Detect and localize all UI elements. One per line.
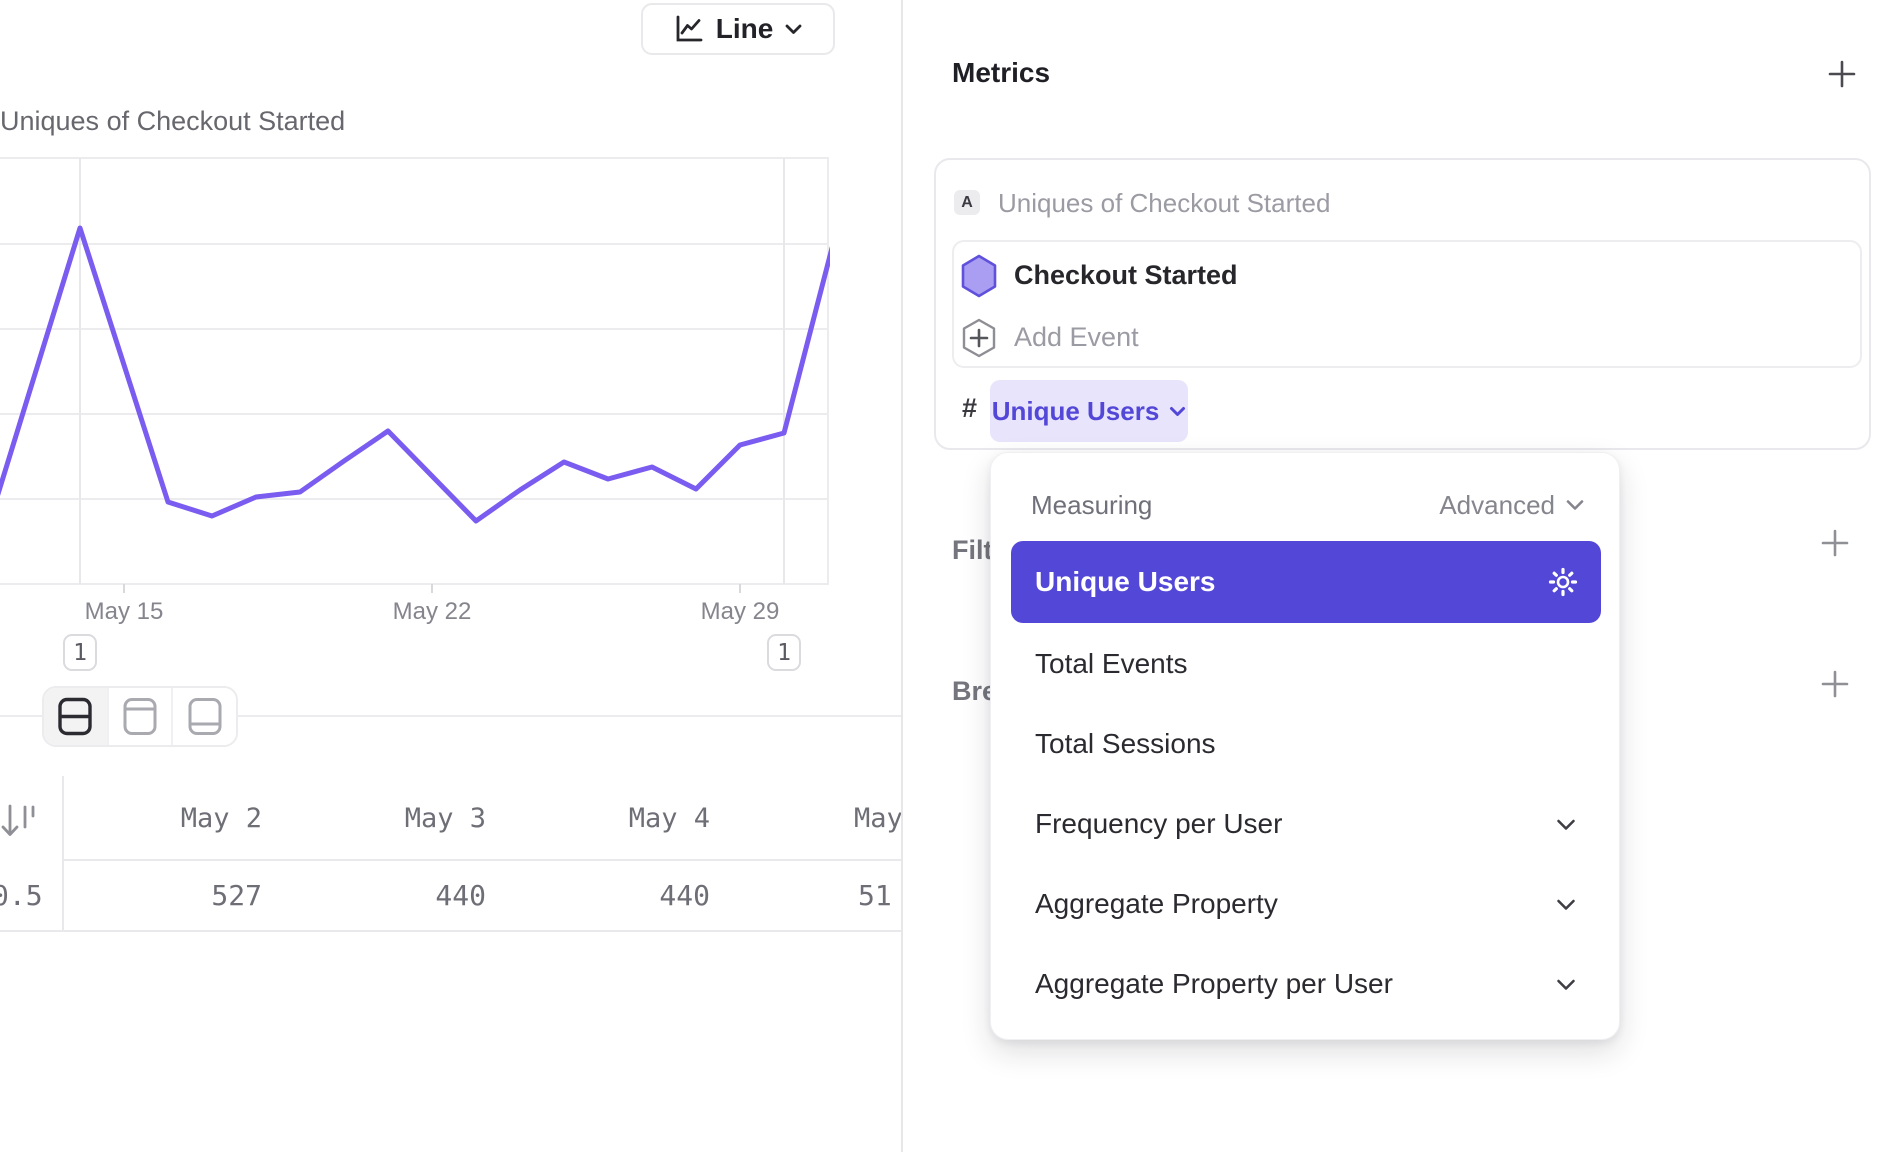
measuring-dropdown: Measuring Advanced Unique Users Total Ev…: [990, 452, 1620, 1040]
dropdown-option-selected[interactable]: Unique Users: [1011, 541, 1601, 623]
sort-descending-icon[interactable]: [0, 799, 42, 848]
measuring-label: Measuring: [1031, 489, 1152, 521]
mode-label: Advanced: [1439, 490, 1555, 521]
add-metric-button[interactable]: [1826, 58, 1858, 95]
annotation-badge[interactable]: 1: [63, 634, 97, 671]
dropdown-option[interactable]: Total Sessions: [1011, 704, 1601, 784]
table-value-cell: 51: [858, 861, 892, 931]
split-panes-icon: [57, 696, 93, 737]
dropdown-option[interactable]: Aggregate Property per User: [1011, 944, 1601, 1024]
top-pane-icon: [122, 696, 158, 737]
x-axis-label: May 22: [362, 598, 502, 626]
filters-section-title: Filt: [952, 535, 993, 566]
bottom-pane-icon: [187, 696, 223, 737]
metric-letter-badge: A: [954, 190, 980, 215]
measure-type-symbol: #: [962, 388, 977, 428]
selected-option-label: Unique Users: [1035, 566, 1216, 598]
measurement-chip-label: Unique Users: [992, 396, 1160, 427]
metric-card: A Uniques of Checkout Started Checkout S…: [934, 158, 1871, 450]
x-axis-label: May 29: [670, 598, 810, 626]
add-filter-button[interactable]: [1820, 528, 1850, 563]
table-value-cell: 527: [62, 861, 286, 931]
table-header-cell[interactable]: May 3: [286, 778, 510, 860]
table-header-cell[interactable]: May 2: [62, 778, 286, 860]
add-event-icon: [961, 318, 997, 363]
table-header-cell[interactable]: May: [854, 778, 901, 860]
line-chart-svg[interactable]: [0, 0, 830, 600]
add-breakdown-button[interactable]: [1820, 669, 1850, 704]
event-hexagon-icon: [960, 254, 998, 303]
event-box: Checkout Started Add Event: [952, 240, 1862, 368]
chevron-down-icon: [1555, 897, 1577, 912]
layout-table-only-button[interactable]: [171, 688, 236, 745]
layout-split-button[interactable]: [44, 688, 107, 745]
table-value-cell: 440: [510, 861, 734, 931]
gear-icon[interactable]: [1547, 566, 1579, 598]
panel-divider: [901, 0, 903, 1152]
x-axis-label: May 15: [54, 598, 194, 626]
dropdown-option[interactable]: Frequency per User: [1011, 784, 1601, 864]
mode-selector[interactable]: Advanced: [1439, 489, 1585, 521]
dropdown-option[interactable]: Aggregate Property: [1011, 864, 1601, 944]
dropdown-option[interactable]: Total Events: [1011, 624, 1601, 704]
measurement-chip[interactable]: Unique Users: [990, 380, 1188, 442]
layout-chart-only-button[interactable]: [107, 688, 172, 745]
chevron-down-icon: [1555, 977, 1577, 992]
event-name[interactable]: Checkout Started: [1014, 254, 1238, 296]
add-event-button[interactable]: Add Event: [1014, 318, 1139, 356]
annotation-badge[interactable]: 1: [767, 634, 801, 671]
metrics-section-title: Metrics: [952, 57, 1050, 89]
chart-module: Line Uniques of Checkout Started May 15M…: [0, 0, 901, 1152]
chevron-down-icon: [1555, 817, 1577, 832]
layout-toggle-group: [42, 686, 238, 747]
chevron-down-icon: [1169, 405, 1186, 418]
table-value-cell: 440: [286, 861, 510, 931]
table-header-cell[interactable]: May 4: [510, 778, 734, 860]
table-row-label: 0.5: [0, 861, 43, 931]
metric-card-title[interactable]: Uniques of Checkout Started: [998, 187, 1330, 219]
chevron-down-icon: [1565, 498, 1585, 512]
